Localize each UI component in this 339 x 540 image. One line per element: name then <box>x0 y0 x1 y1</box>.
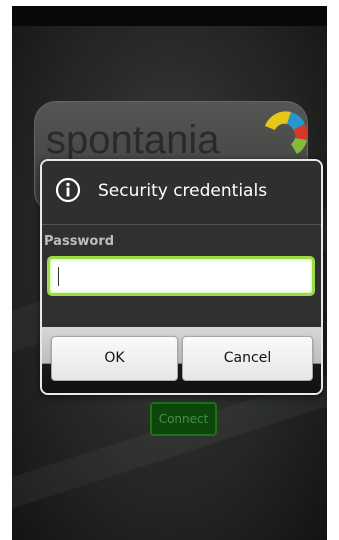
password-input[interactable] <box>47 256 315 296</box>
dialog-title: Security credentials <box>98 181 268 201</box>
dialog-divider <box>42 224 321 225</box>
cancel-button[interactable]: Cancel <box>182 336 313 381</box>
info-icon <box>55 177 81 203</box>
device-screen: spontania Connect Security credentials P… <box>12 6 327 540</box>
text-cursor <box>58 267 59 286</box>
ok-button[interactable]: OK <box>51 336 178 381</box>
security-credentials-dialog: Security credentials Password OK Cancel <box>40 159 323 395</box>
password-label: Password <box>44 234 115 249</box>
